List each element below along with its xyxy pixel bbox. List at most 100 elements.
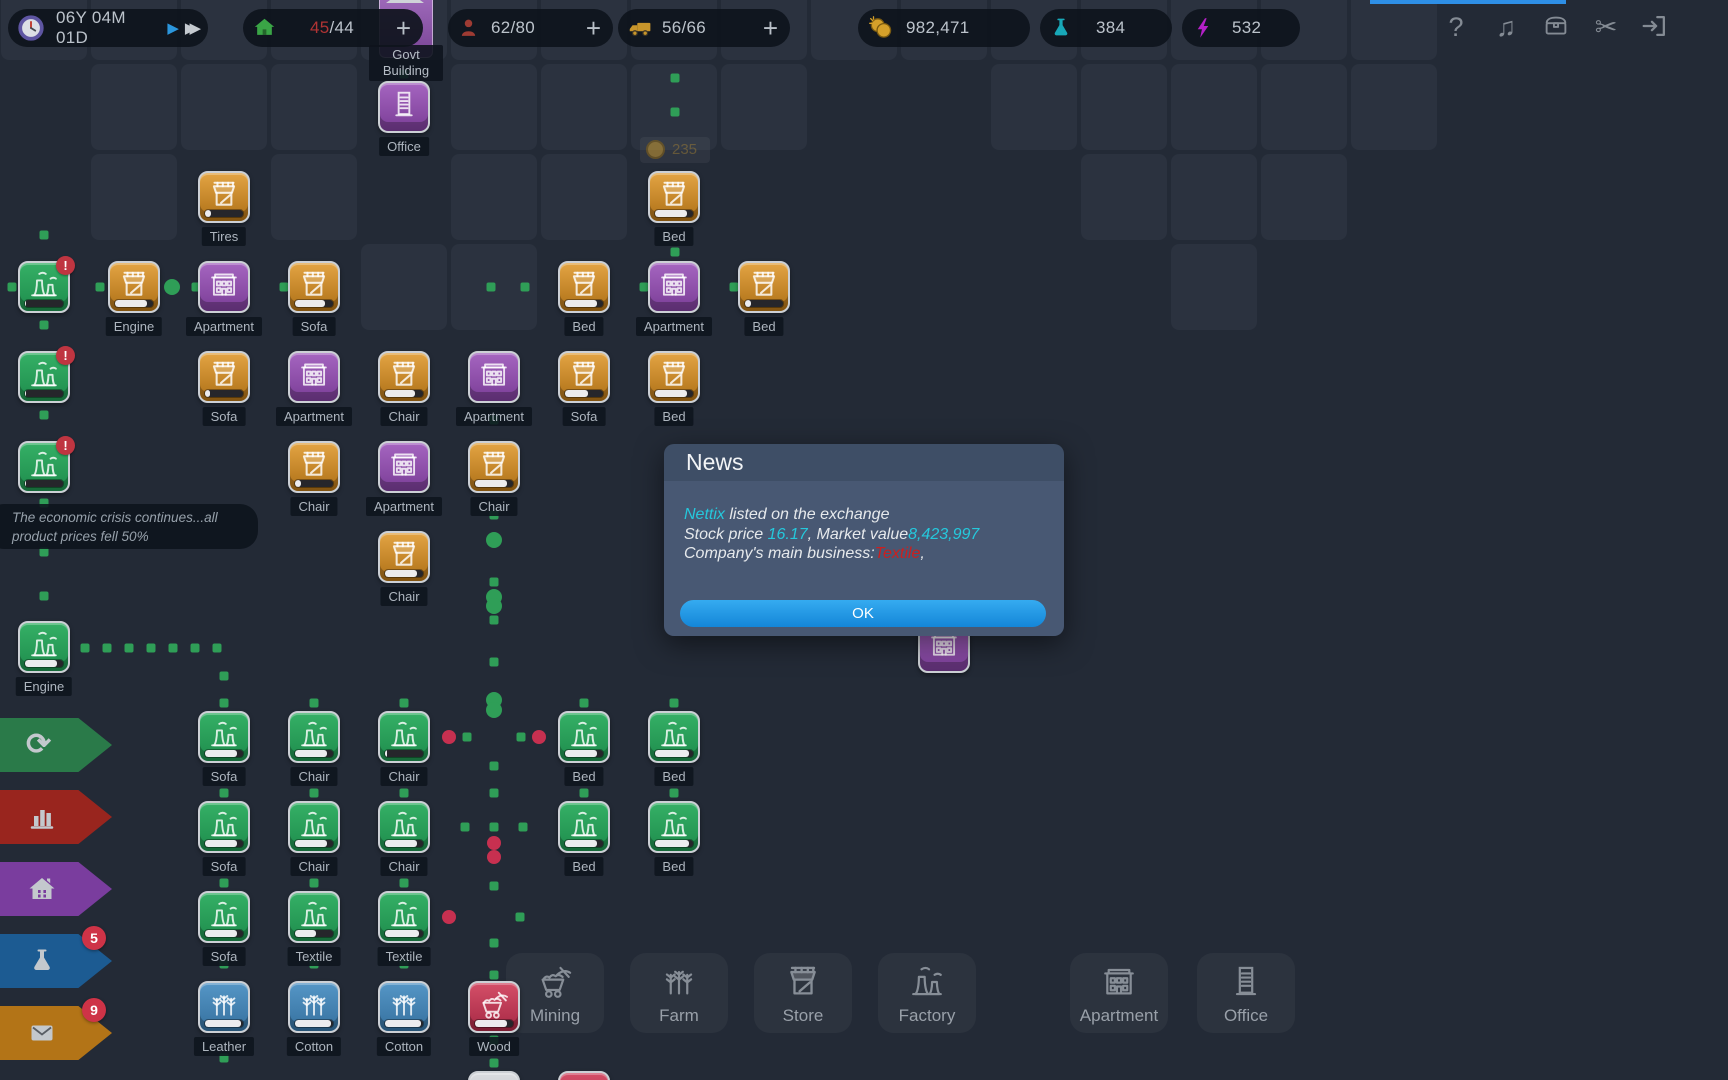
add-logistics-button[interactable]: + (763, 15, 778, 41)
play-button[interactable]: ▶ (167, 19, 179, 37)
building-tile-chair[interactable]: Chair (378, 531, 430, 583)
music-button[interactable]: ♫ (1490, 11, 1522, 43)
building-tile-cotton[interactable]: Cotton (378, 981, 430, 1033)
building-tile-office[interactable]: Office (378, 81, 430, 133)
news-ticker: The economic crisis continues...all prod… (0, 504, 258, 549)
building-tile[interactable]: ! (18, 351, 70, 403)
flow-dot (40, 411, 49, 420)
building-tile-bed[interactable]: Bed (738, 261, 790, 313)
building-tile-bed[interactable]: Bed (648, 351, 700, 403)
build-button-office[interactable]: Office (1197, 953, 1295, 1033)
building-tile-tires[interactable]: Tires (198, 171, 250, 223)
building-tile-sofa[interactable]: Sofa (198, 711, 250, 763)
sidebar-item-research[interactable]: 5 (0, 934, 112, 988)
building-tile[interactable] (558, 1071, 610, 1080)
building-tile-chair[interactable]: Chair (378, 351, 430, 403)
build-button-apartment[interactable]: Apartment (1070, 953, 1168, 1033)
building-tile-apartment[interactable]: Apartment (378, 441, 430, 493)
building-tile-chair[interactable]: Chair (378, 801, 430, 853)
sidebar-item-production[interactable]: ⟳ (0, 718, 112, 772)
housing-current: 45 (310, 18, 330, 37)
building-tile[interactable]: ! (18, 261, 70, 313)
fast-forward-button[interactable]: ▶▶ (185, 19, 194, 37)
tile-progress-fill (25, 660, 57, 667)
truck-icon (626, 13, 656, 43)
grid-cell (181, 64, 267, 150)
main-business-value: Textile (875, 545, 921, 562)
flow-dot (519, 823, 528, 832)
recycle-icon: ⟳ (26, 729, 51, 761)
factory-icon (385, 895, 423, 933)
add-housing-button[interactable]: + (396, 15, 411, 41)
building-tile-apartment[interactable]: Apartment (648, 261, 700, 313)
flow-dot (490, 1059, 499, 1068)
ticker-line2: product prices fell 50% (12, 527, 258, 546)
building-tile-chair[interactable]: Chair (288, 801, 340, 853)
tile-progress-fill (25, 390, 26, 397)
building-tile-chair[interactable]: Chair (378, 711, 430, 763)
building-tile-chair[interactable]: Chair (288, 441, 340, 493)
scissors-button[interactable]: ✂ (1590, 11, 1622, 43)
building-tile-chair[interactable]: Chair (468, 441, 520, 493)
building-tile-chair[interactable]: Chair (288, 711, 340, 763)
building-tile[interactable]: ! (18, 441, 70, 493)
flow-dot (220, 699, 229, 708)
building-tile-bed[interactable]: Bed (558, 261, 610, 313)
flow-dot (103, 644, 112, 653)
sidebar-item-statistics[interactable] (0, 790, 112, 844)
sidebar-item-city[interactable] (0, 862, 112, 916)
grid-cell (991, 64, 1077, 150)
factory-icon (205, 805, 243, 843)
sidebar-item-mail[interactable]: 9 (0, 1006, 112, 1060)
building-tile-bed[interactable]: Bed (648, 711, 700, 763)
building-tile-sofa[interactable]: Sofa (198, 801, 250, 853)
building-tile-wood[interactable]: Wood (468, 981, 520, 1033)
grid-cell (721, 64, 807, 150)
flow-dot (147, 644, 156, 653)
govt-tooltip-line2: Building (369, 63, 443, 79)
tile-label: Sofa (563, 407, 606, 426)
building-tile-bed[interactable]: Bed (558, 801, 610, 853)
building-tile-sofa[interactable]: Sofa (558, 351, 610, 403)
building-tile-apartment[interactable]: Apartment (288, 351, 340, 403)
flow-dot (220, 672, 229, 681)
flow-dot (671, 248, 680, 257)
store-icon (385, 355, 423, 393)
store-icon (565, 265, 603, 303)
tile-progress-fill (205, 750, 237, 757)
building-tile-leather[interactable]: Leather (198, 981, 250, 1033)
help-button[interactable]: ? (1440, 11, 1472, 43)
person-icon (456, 16, 481, 41)
tile-progress-fill (205, 930, 237, 937)
flask-icon (1048, 15, 1074, 41)
building-tile-bed[interactable]: Bed (648, 801, 700, 853)
treasure-chest-button[interactable] (1540, 11, 1572, 43)
building-tile-sofa[interactable]: Sofa (198, 891, 250, 943)
building-tile-textile[interactable]: Textile (288, 891, 340, 943)
building-tile-bed[interactable]: Bed (558, 711, 610, 763)
building-tile-bed[interactable]: Bed (648, 171, 700, 223)
building-tile-textile[interactable]: Textile (378, 891, 430, 943)
building-tile-cotton[interactable]: Cotton (288, 981, 340, 1033)
build-button-factory[interactable]: Factory (878, 953, 976, 1033)
building-tile-apartment[interactable]: Apartment (468, 351, 520, 403)
energy-value: 532 (1232, 18, 1261, 38)
building-tile-engine[interactable]: Engine (108, 261, 160, 313)
building-tile-engine[interactable]: Engine (18, 621, 70, 673)
ok-button[interactable]: OK (680, 600, 1046, 627)
build-button-farm[interactable]: Farm (630, 953, 728, 1033)
building-tile-apartment[interactable]: Apartment (198, 261, 250, 313)
grid-cell (1261, 64, 1347, 150)
tile-progress-fill (385, 750, 387, 757)
building-tile-sofa[interactable]: Sofa (288, 261, 340, 313)
add-population-button[interactable]: + (586, 15, 601, 41)
flow-dot (220, 879, 229, 888)
tile-progress-fill (655, 750, 689, 757)
building-tile[interactable] (468, 1071, 520, 1080)
building-tile-sofa[interactable]: Sofa (198, 351, 250, 403)
tile-label: Bed (654, 767, 693, 786)
build-button-store[interactable]: Store (754, 953, 852, 1033)
grid-cell (1261, 154, 1347, 240)
exit-button[interactable] (1638, 11, 1670, 43)
build-button-mining[interactable]: Mining (506, 953, 604, 1033)
